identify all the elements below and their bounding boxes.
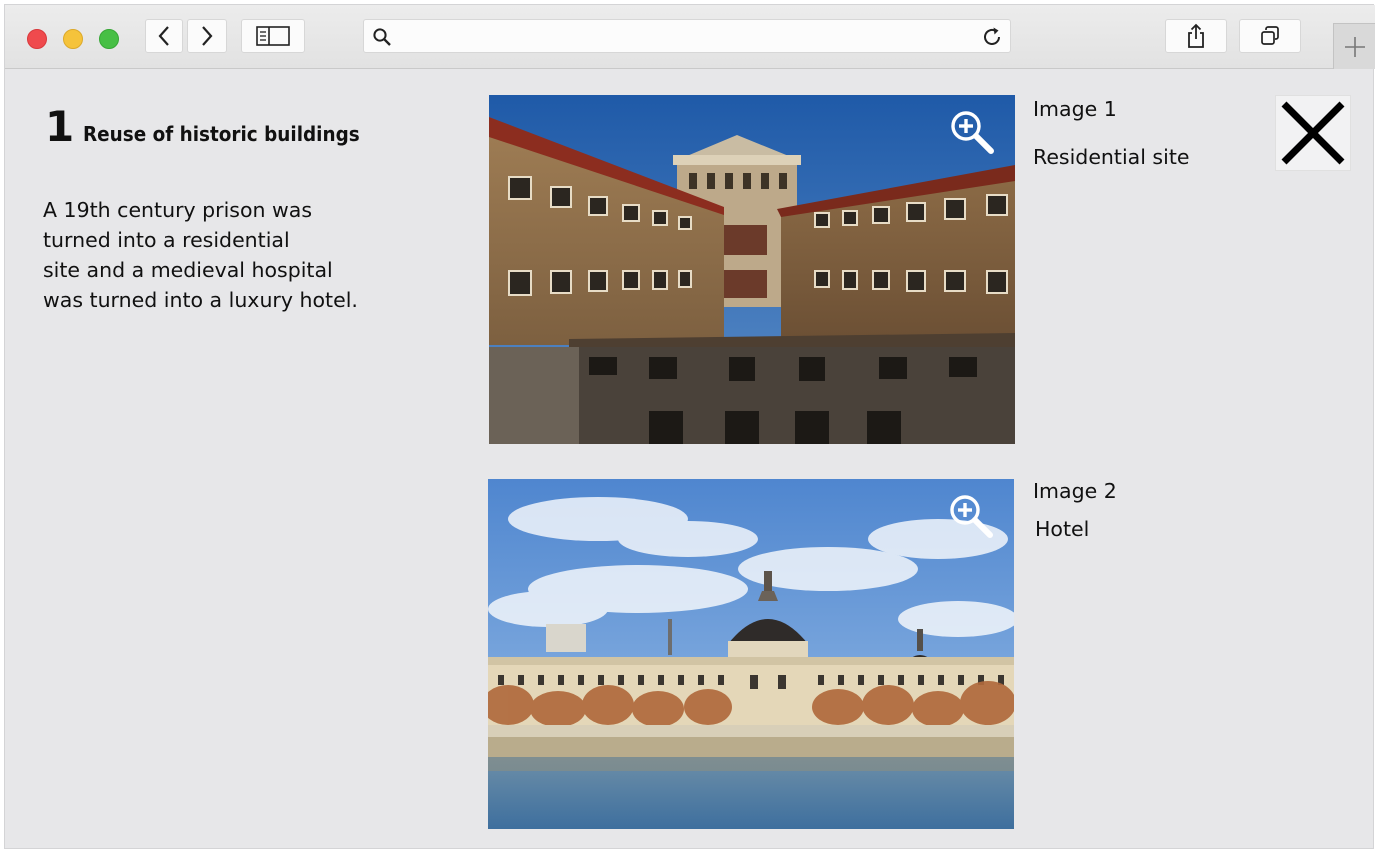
zoom-in-icon[interactable] bbox=[949, 109, 995, 155]
description-line: turned into a residential bbox=[43, 228, 290, 252]
description-line: was turned into a luxury hotel. bbox=[43, 288, 358, 312]
plus-icon bbox=[1344, 36, 1365, 57]
address-bar[interactable] bbox=[363, 19, 1011, 53]
back-button[interactable] bbox=[145, 19, 183, 53]
tabs-icon bbox=[1261, 26, 1279, 45]
page-heading: 1 Reuse of historic buildings bbox=[45, 105, 384, 149]
description: A 19th century prison was turned into a … bbox=[43, 195, 423, 315]
share-icon bbox=[1188, 23, 1204, 48]
window-maximize-button[interactable] bbox=[99, 29, 119, 49]
forward-arrow-icon bbox=[202, 26, 213, 46]
search-icon bbox=[373, 28, 391, 46]
image-2-label: Image 2 bbox=[1033, 479, 1117, 503]
forward-button[interactable] bbox=[187, 19, 227, 53]
description-line: site and a medieval hospital bbox=[43, 258, 333, 282]
image-2-caption: Hotel bbox=[1035, 517, 1090, 541]
close-x-icon bbox=[1281, 101, 1345, 165]
browser-window: 1 Reuse of historic buildings A 19th cen… bbox=[4, 4, 1375, 849]
section-number: 1 bbox=[45, 102, 74, 151]
new-tab-button[interactable] bbox=[1333, 23, 1375, 69]
description-line: A 19th century prison was bbox=[43, 198, 313, 222]
share-button[interactable] bbox=[1165, 19, 1227, 53]
image-1-label: Image 1 bbox=[1033, 97, 1117, 121]
image-1-prison[interactable] bbox=[489, 95, 1015, 444]
window-minimize-button[interactable] bbox=[63, 29, 83, 49]
back-arrow-icon bbox=[158, 26, 169, 46]
window-close-button[interactable] bbox=[27, 29, 47, 49]
show-tabs-button[interactable] bbox=[1239, 19, 1301, 53]
page-title: Reuse of historic buildings bbox=[83, 122, 360, 146]
address-input[interactable] bbox=[398, 24, 968, 48]
sidebar-button[interactable] bbox=[241, 19, 305, 53]
sidebar-icon bbox=[256, 26, 290, 46]
reload-icon[interactable] bbox=[980, 25, 1004, 49]
image-1-caption: Residential site bbox=[1033, 145, 1190, 169]
image-2-hotel[interactable] bbox=[488, 479, 1014, 829]
browser-toolbar bbox=[5, 5, 1375, 69]
close-button[interactable] bbox=[1275, 95, 1351, 171]
zoom-in-icon[interactable] bbox=[948, 493, 994, 539]
